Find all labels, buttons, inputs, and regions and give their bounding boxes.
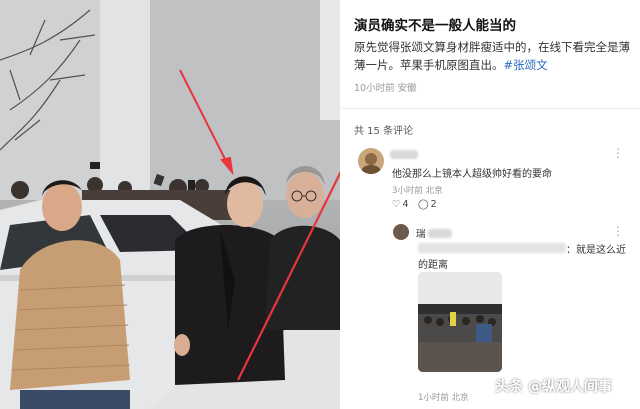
watermark: 头条 @纵观人间事 (495, 379, 612, 395)
reply-count[interactable]: ◯ 2 (418, 199, 437, 210)
comment-icon: ◯ (418, 199, 429, 210)
post-title: 演员确实不是一般人能当的 (354, 18, 516, 34)
like-count[interactable]: ♡ 4 (392, 199, 409, 210)
reply-avatar[interactable] (393, 224, 409, 240)
reply-image-thumbnail[interactable] (418, 272, 502, 372)
post-body-text: 原先觉得张颂文算身材胖瘦适中的，在线下看完全是薄薄一片。苹果手机原图直出。 (354, 40, 630, 72)
post-meta: 10小时前 安徽 (354, 80, 417, 94)
photo-scene (0, 0, 340, 409)
comments-count: 共 15 条评论 (354, 126, 414, 137)
reply-name-blurred (428, 229, 452, 238)
street-photo (0, 0, 340, 409)
more-icon[interactable]: ⋮ (612, 146, 625, 160)
post-location: 安徽 (397, 83, 417, 94)
reply-text-line2: 的距离 (418, 260, 448, 271)
commenter-name-blurred (390, 150, 418, 159)
commenter-avatar[interactable] (358, 148, 384, 174)
comment-time: 3小时前 北京 (392, 186, 443, 196)
reply-time: 1小时前 北京 (418, 393, 469, 403)
post-body: 原先觉得张颂文算身材胖瘦适中的，在线下看完全是薄薄一片。苹果手机原图直出。#张颂… (354, 38, 634, 74)
post-time: 10小时前 (354, 83, 395, 94)
reply-more-icon[interactable]: ⋮ (612, 224, 625, 238)
reply-text-line1: ：就是这么近 (566, 245, 626, 256)
comment-text: 他没那么上镜本人超级帅好看的要命 (392, 169, 552, 180)
heart-icon: ♡ (392, 199, 401, 210)
reply-name-fragment: 瑞 (416, 229, 426, 240)
divider (340, 108, 640, 109)
reply-text-blurred (418, 243, 566, 253)
hashtag-link[interactable]: #张颂文 (504, 58, 548, 72)
